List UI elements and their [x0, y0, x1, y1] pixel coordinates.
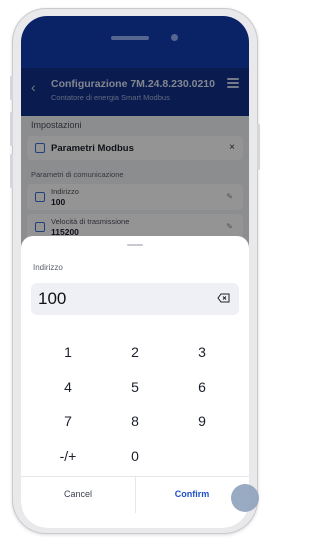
screen: ‹ Configurazione 7M.24.8.230.0210 Contat…: [21, 16, 249, 528]
cancel-button[interactable]: Cancel: [21, 477, 135, 513]
phone-side-button: [257, 124, 260, 170]
key-2[interactable]: 2: [105, 339, 165, 365]
key-9[interactable]: 9: [172, 408, 232, 434]
speaker: [111, 36, 149, 40]
key-8[interactable]: 8: [105, 408, 165, 434]
key-0[interactable]: 0: [105, 443, 165, 469]
action-bar: Cancel Confirm: [21, 476, 249, 513]
phone-side-button: [10, 76, 13, 100]
drag-handle[interactable]: [127, 244, 143, 246]
phone-side-button: [10, 154, 13, 188]
key-sign[interactable]: -/+: [38, 443, 98, 469]
value-text: 100: [38, 289, 67, 308]
keypad-sheet: Indirizzo 100 1 2 3 4 5 6 7 8 9 -/+ 0 Ca…: [21, 236, 249, 528]
key-3[interactable]: 3: [172, 339, 232, 365]
key-1[interactable]: 1: [38, 339, 98, 365]
status-area: [21, 16, 249, 68]
key-4[interactable]: 4: [38, 374, 98, 400]
key-6[interactable]: 6: [172, 374, 232, 400]
key-5[interactable]: 5: [105, 374, 165, 400]
sheet-field-label: Indirizzo: [33, 263, 63, 272]
value-display: 100: [31, 283, 239, 315]
phone-side-button: [10, 112, 13, 146]
key-7[interactable]: 7: [38, 408, 98, 434]
camera: [171, 34, 178, 41]
backspace-icon[interactable]: [217, 293, 230, 303]
touch-indicator: [231, 484, 259, 512]
